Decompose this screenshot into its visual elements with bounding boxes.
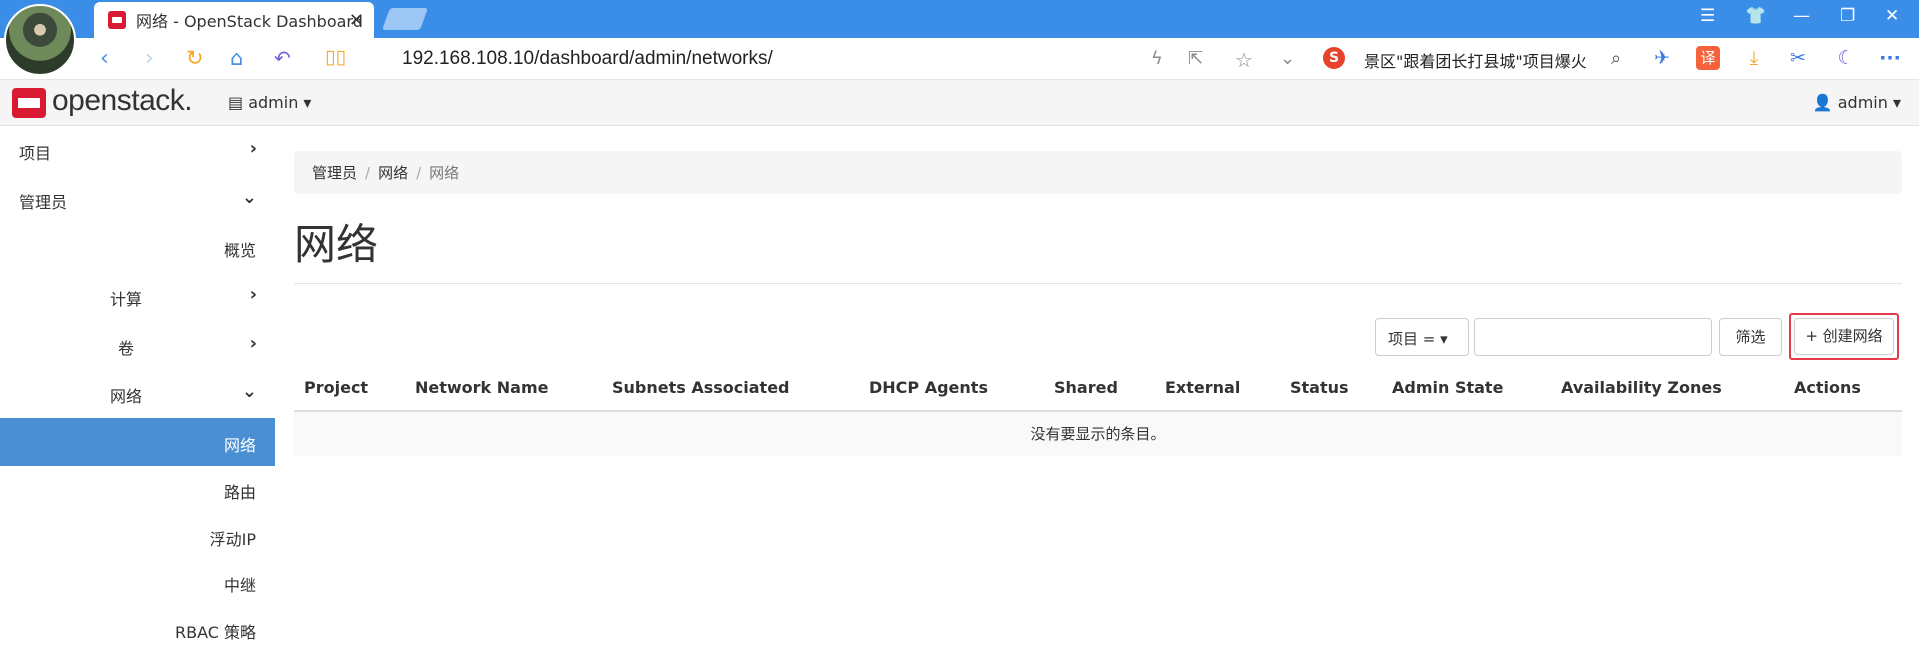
minimize-icon[interactable]: — [1793, 6, 1810, 26]
breadcrumb-separator: / [365, 164, 371, 182]
openstack-header: openstack. ▤ admin ▾ 👤 admin ▾ [0, 80, 1919, 126]
breadcrumb-separator: / [416, 164, 422, 182]
breadcrumb-current: 网络 [429, 164, 460, 182]
forward-icon[interactable]: › [145, 46, 154, 71]
sidebar-item-overview[interactable]: 概览 [0, 223, 275, 271]
download-icon[interactable]: ⤓ [1742, 46, 1766, 70]
search-suggestion[interactable]: 景区"跟着团长打县城"项目爆火 [1364, 48, 1587, 72]
user-avatar[interactable] [4, 4, 76, 76]
sidebar-item-label: 概览 [223, 241, 256, 260]
sidebar: 项目 › 管理员 ⌄ 概览 计算 › 卷 › 网络 ⌄ 网络 路由 浮动IP 中… [0, 126, 275, 668]
address-bar: ‹ › ↻ ⌂ ↶ ▯▯ 192.168.108.10/dashboard/ad… [0, 38, 1919, 80]
chevron-right-icon: › [249, 284, 257, 305]
bird-extension-icon[interactable]: ✈ [1650, 46, 1674, 70]
openstack-favicon-icon [108, 11, 126, 29]
filter-input[interactable] [1474, 318, 1712, 356]
column-header-availability-zones[interactable]: Availability Zones [1561, 378, 1722, 397]
filter-button[interactable]: 筛选 [1719, 318, 1782, 356]
menu-icon[interactable]: ☰ [1700, 6, 1715, 26]
sidebar-item-routers[interactable]: 路由 [0, 465, 275, 513]
scissors-icon[interactable]: ✂ [1786, 46, 1810, 70]
column-header-actions: Actions [1794, 378, 1861, 397]
sidebar-item-label: 项目 [19, 144, 52, 163]
restore-icon[interactable]: ❐ [1840, 6, 1855, 26]
tab-title: 网络 - OpenStack Dashboard [136, 12, 363, 31]
user-icon: 👤 [1812, 93, 1838, 112]
openstack-logo-icon[interactable] [12, 88, 46, 118]
chevron-right-icon: › [249, 333, 257, 354]
search-engine-icon[interactable]: S [1323, 47, 1345, 69]
breadcrumb-network[interactable]: 网络 [378, 164, 408, 182]
more-icon[interactable]: ··· [1878, 46, 1902, 70]
sidebar-item-floating-ips[interactable]: 浮动IP [0, 512, 275, 560]
sidebar-item-label: 浮动IP [209, 530, 256, 549]
browser-tab-active[interactable]: 网络 - OpenStack Dashboard ✕ [94, 2, 374, 38]
chevron-down-icon: ⌄ [241, 381, 257, 402]
search-icon[interactable]: ⌕ [1611, 48, 1621, 69]
close-window-icon[interactable]: ✕ [1885, 6, 1899, 26]
sidebar-item-networks[interactable]: 网络 [0, 418, 275, 466]
home-icon[interactable]: ⌂ [230, 46, 243, 70]
url-field[interactable]: 192.168.108.10/dashboard/admin/networks/ [402, 48, 773, 70]
project-selector-label: admin ▾ [248, 93, 312, 112]
divider [294, 283, 1902, 284]
filter-field-select[interactable]: 项目 = ▾ [1375, 318, 1469, 356]
table-empty-message: 没有要显示的条目。 [294, 412, 1902, 456]
skin-icon[interactable]: 👕 [1745, 6, 1766, 26]
column-header-dhcp-agents[interactable]: DHCP Agents [869, 378, 988, 397]
create-network-highlight: + 创建网络 [1789, 313, 1899, 360]
night-mode-icon[interactable]: ☾ [1834, 46, 1858, 70]
table-header: Project Network Name Subnets Associated … [294, 374, 1902, 412]
sidebar-item-compute[interactable]: 计算 › [0, 272, 275, 320]
sidebar-item-rbac-policies[interactable]: RBAC 策略 [0, 605, 275, 653]
bookmark-star-icon[interactable]: ☆ [1235, 48, 1253, 72]
user-menu-label: admin ▾ [1837, 93, 1901, 112]
column-header-admin-state[interactable]: Admin State [1392, 378, 1503, 397]
project-list-icon: ▤ [228, 93, 249, 112]
chevron-right-icon: › [249, 138, 257, 159]
column-header-shared[interactable]: Shared [1054, 378, 1118, 397]
column-header-subnets[interactable]: Subnets Associated [612, 378, 790, 397]
reader-icon[interactable]: ▯▯ [325, 46, 346, 68]
sidebar-item-label: RBAC 策略 [174, 623, 256, 642]
column-header-network-name[interactable]: Network Name [415, 378, 548, 397]
column-header-status[interactable]: Status [1290, 378, 1349, 397]
dropdown-chevron-icon[interactable]: ⌄ [1280, 48, 1295, 69]
sidebar-item-label: 网络 [110, 387, 143, 406]
refresh-icon[interactable]: ↻ [186, 46, 204, 70]
sidebar-item-volumes[interactable]: 卷 › [0, 321, 275, 369]
lightning-icon[interactable]: ϟ [1151, 48, 1163, 69]
sidebar-item-label: 中继 [223, 576, 256, 595]
column-header-project[interactable]: Project [304, 378, 368, 397]
create-network-button[interactable]: + 创建网络 [1794, 318, 1894, 355]
sidebar-item-admin[interactable]: 管理员 ⌄ [0, 175, 275, 223]
new-tab-button[interactable] [381, 8, 429, 30]
sidebar-item-project[interactable]: 项目 › [0, 126, 275, 174]
undo-close-icon[interactable]: ↶ [274, 46, 291, 70]
share-icon[interactable]: ⇱ [1188, 48, 1203, 69]
chevron-down-icon: ⌄ [241, 187, 257, 208]
sidebar-item-label: 网络 [223, 436, 256, 455]
sidebar-item-label: 卷 [118, 339, 135, 358]
column-header-external[interactable]: External [1165, 378, 1240, 397]
breadcrumb-admin[interactable]: 管理员 [312, 164, 357, 182]
networks-table: Project Network Name Subnets Associated … [294, 374, 1902, 456]
sidebar-item-network-group[interactable]: 网络 ⌄ [0, 369, 275, 417]
translate-icon[interactable]: 译 [1696, 46, 1720, 70]
back-icon[interactable]: ‹ [100, 46, 109, 71]
sidebar-item-trunks[interactable]: 中继 [0, 558, 275, 606]
openstack-logo-text[interactable]: openstack. [52, 84, 193, 118]
page-title: 网络 [294, 220, 379, 269]
user-menu[interactable]: 👤 admin ▾ [1813, 93, 1901, 112]
project-selector[interactable]: ▤ admin ▾ [228, 93, 311, 112]
tab-close-icon[interactable]: ✕ [349, 10, 364, 31]
sidebar-item-label: 路由 [223, 483, 256, 502]
breadcrumb: 管理员 / 网络 / 网络 [294, 151, 1902, 194]
sidebar-item-label: 计算 [110, 290, 143, 309]
sidebar-item-label: 管理员 [19, 193, 68, 212]
browser-titlebar: 网络 - OpenStack Dashboard ✕ ☰ 👕 — ❐ ✕ [0, 0, 1919, 38]
